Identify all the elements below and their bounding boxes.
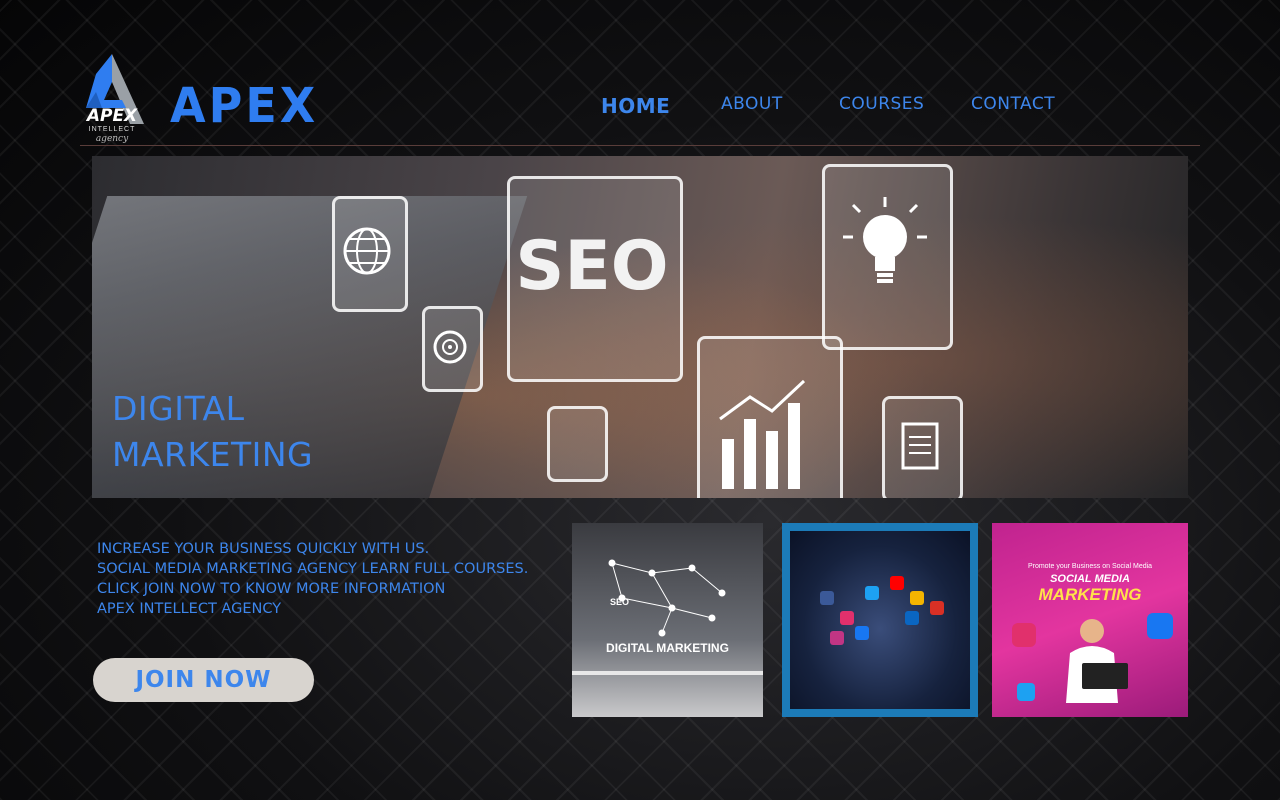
small-panel xyxy=(547,406,608,482)
gmail-icon xyxy=(930,601,944,615)
nav-courses-link[interactable]: COURSES xyxy=(839,94,924,114)
instagram-icon xyxy=(1012,623,1036,647)
lightbulb-icon xyxy=(843,197,927,283)
youtube-icon xyxy=(890,576,904,590)
thumbnail-seo-label: SEO xyxy=(610,597,630,607)
promo-title-line1: SOCIAL MEDIA xyxy=(1050,573,1130,585)
digital-marketing-thumbnail[interactable]: SEO DIGITAL MARKETING xyxy=(572,523,763,717)
social-network-thumbnail[interactable] xyxy=(782,523,978,717)
linkedin-icon xyxy=(905,611,919,625)
hero-title-line1: DIGITAL xyxy=(112,389,245,428)
nav-about-link[interactable]: ABOUT xyxy=(721,94,783,114)
info-line: CLICK JOIN NOW TO KNOW MORE INFORMATION xyxy=(97,581,446,597)
social-media-marketing-thumbnail[interactable]: Promote your Business on Social Media SO… xyxy=(992,523,1188,717)
seo-text: SEO xyxy=(515,226,669,306)
logo-script: agency xyxy=(95,134,129,144)
hero-banner: SEO DIGITAL MARKETING xyxy=(92,156,1188,498)
target-panel xyxy=(422,306,483,392)
twitter-icon xyxy=(865,586,879,600)
info-text: INCREASE YOUR BUSINESS QUICKLY WITH US. … xyxy=(97,539,528,619)
logo-text: APEX xyxy=(86,106,138,126)
presenter-figure xyxy=(1066,619,1128,703)
instagram-icon xyxy=(830,631,844,645)
messenger-icon xyxy=(820,591,834,605)
globe-icon xyxy=(343,227,391,275)
info-line: APEX INTELLECT AGENCY xyxy=(97,601,282,617)
chart-panel xyxy=(697,336,843,498)
amazon-icon xyxy=(910,591,924,605)
header-divider xyxy=(80,145,1200,146)
facebook-icon xyxy=(1147,613,1173,639)
document-icon xyxy=(901,422,939,470)
nav-contact-link[interactable]: CONTACT xyxy=(971,94,1055,114)
info-line: INCREASE YOUR BUSINESS QUICKLY WITH US. xyxy=(97,541,430,557)
hero-title-line2: MARKETING xyxy=(112,435,314,474)
thumbnail-caption: DIGITAL MARKETING xyxy=(606,641,729,655)
apex-logo[interactable]: APEX INTELLECT agency xyxy=(78,52,146,146)
target-icon xyxy=(433,330,467,364)
nav-home-link[interactable]: HOME xyxy=(601,94,670,118)
globe-panel xyxy=(332,196,408,312)
document-panel xyxy=(882,396,963,498)
facebook-icon xyxy=(855,626,869,640)
twitter-icon xyxy=(1017,683,1035,701)
bar-chart-icon xyxy=(719,379,806,489)
pinterest-icon xyxy=(840,611,854,625)
brand-name: APEX xyxy=(170,76,319,134)
social-icons-graphic xyxy=(790,531,970,709)
logo-subtext: INTELLECT xyxy=(88,126,136,133)
info-line: SOCIAL MEDIA MARKETING AGENCY LEARN FULL… xyxy=(97,561,529,577)
network-graphic xyxy=(572,559,763,675)
promo-title-line2: MARKETING xyxy=(1038,585,1142,604)
idea-panel xyxy=(822,164,953,350)
promo-tagline: Promote your Business on Social Media xyxy=(1027,563,1153,570)
join-now-button[interactable]: JOIN NOW xyxy=(93,658,314,702)
hero-title: DIGITAL MARKETING xyxy=(112,386,313,478)
